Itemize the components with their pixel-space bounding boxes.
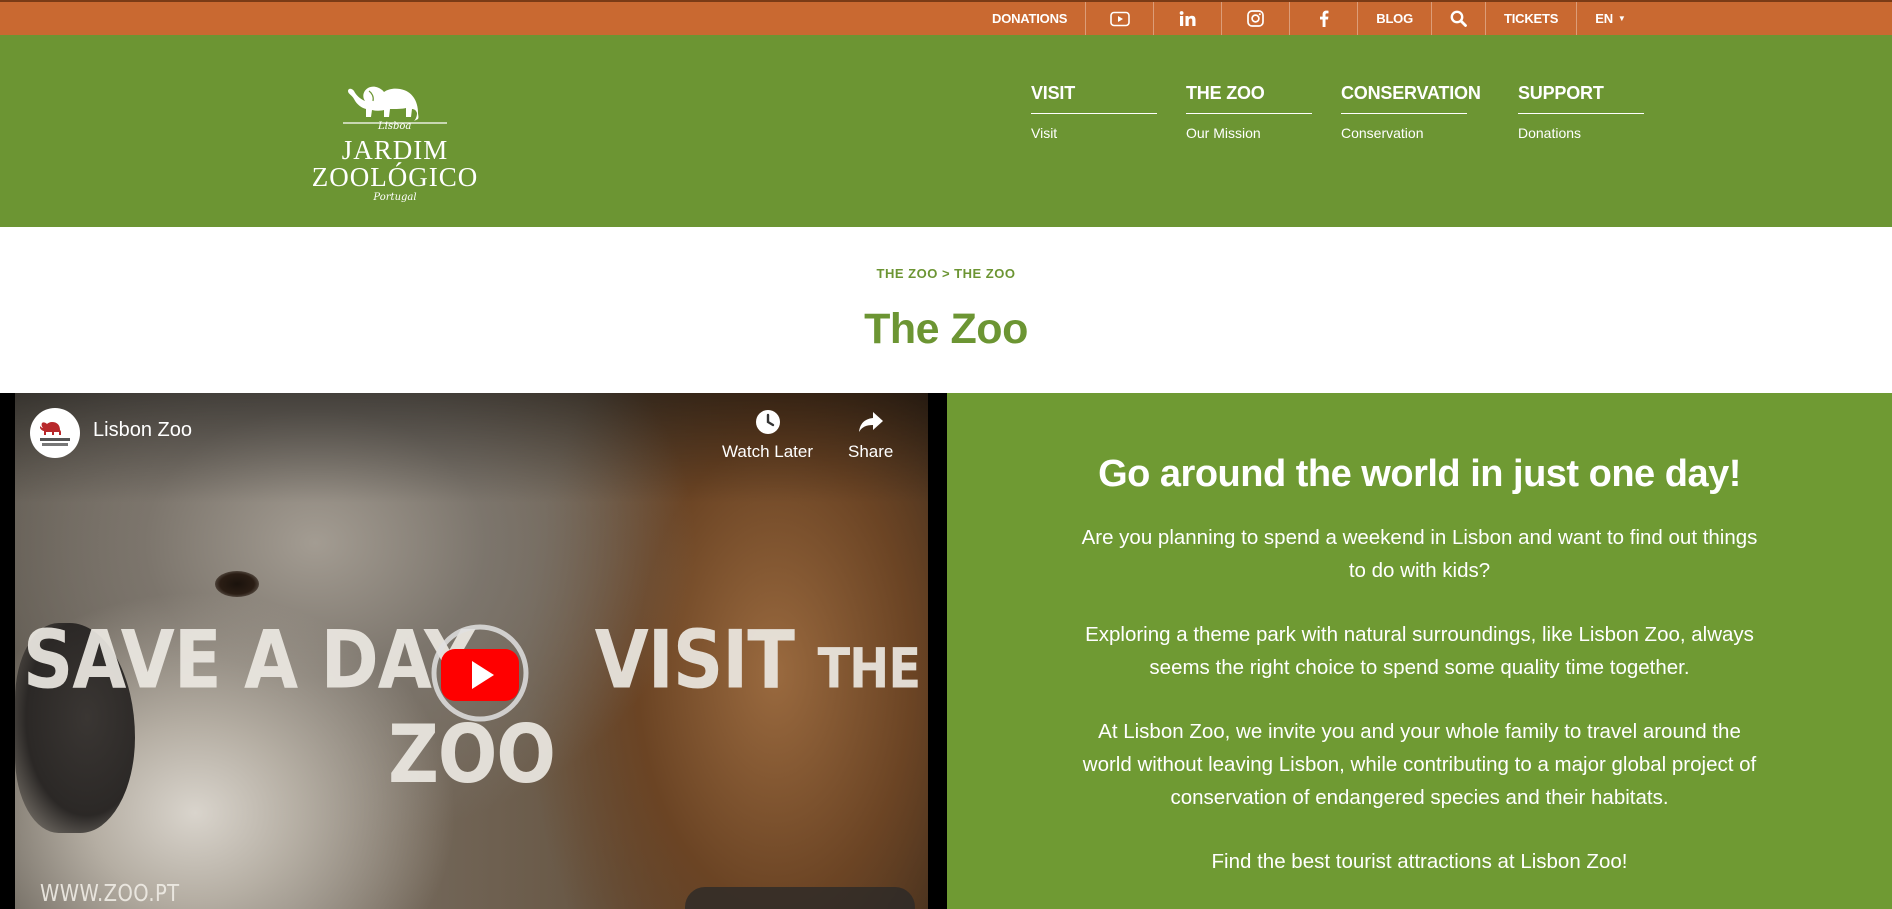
nav-the-zoo[interactable]: THE ZOO xyxy=(1186,83,1312,114)
instagram-icon xyxy=(1247,10,1265,27)
donations-link-label: DONATIONS xyxy=(992,11,1068,26)
language-label: EN xyxy=(1595,11,1613,26)
nav-column-conservation: CONSERVATION Conservation xyxy=(1341,83,1481,141)
tagline-part-2: VISIT xyxy=(594,612,795,707)
koala-eye-shape xyxy=(215,571,259,597)
intro-paragraph-4: Find the best tourist attractions at Lis… xyxy=(1211,850,1628,873)
channel-name[interactable]: Lisbon Zoo xyxy=(93,419,192,442)
blog-link-label: BLOG xyxy=(1376,11,1414,26)
blog-link[interactable]: BLOG xyxy=(1358,2,1433,35)
main-header: Lisboa JARDIM ZOOLÓGICO Portugal VISIT V… xyxy=(0,35,1892,227)
top-utility-links: DONATIONS BLOG TICKETS EN ▼ xyxy=(974,2,1644,35)
nav-column-the-zoo: THE ZOO Our Mission xyxy=(1186,83,1312,141)
intro-panel: Go around the world in just one day! Are… xyxy=(947,393,1892,909)
breadcrumb: THE ZOO > THE ZOO xyxy=(0,266,1892,281)
tickets-link[interactable]: TICKETS xyxy=(1486,2,1578,35)
share-label: Share xyxy=(848,442,894,461)
search-icon xyxy=(1450,10,1467,27)
top-utility-bar: DONATIONS BLOG TICKETS EN ▼ xyxy=(0,0,1892,35)
donations-link[interactable]: DONATIONS xyxy=(974,2,1087,35)
nav-the-zoo-sub[interactable]: Our Mission xyxy=(1186,125,1312,141)
intro-paragraph-1: Are you planning to spend a weekend in L… xyxy=(1081,526,1758,582)
nav-conservation-sub[interactable]: Conservation xyxy=(1341,125,1467,141)
nav-visit-sub[interactable]: Visit xyxy=(1031,125,1157,141)
logo-line-1: JARDIM xyxy=(341,135,449,165)
clock-icon xyxy=(722,408,813,436)
logo-city: Lisboa xyxy=(378,121,412,132)
share-icon xyxy=(848,408,893,436)
linkedin-icon xyxy=(1179,10,1197,27)
tickets-link-label: TICKETS xyxy=(1504,11,1559,26)
channel-logo-icon xyxy=(40,422,70,446)
site-logo[interactable]: Lisboa JARDIM ZOOLÓGICO Portugal xyxy=(300,61,490,211)
watch-later-label: Watch Later xyxy=(722,442,814,461)
nav-column-visit: VISIT Visit xyxy=(1031,83,1157,141)
tagline-part-1: SAVE A DAY, xyxy=(22,612,489,707)
nav-conservation[interactable]: CONSERVATION xyxy=(1341,83,1481,114)
watch-later-button[interactable]: Watch Later xyxy=(722,408,813,462)
intro-paragraph-3: At Lisbon Zoo, we invite you and your wh… xyxy=(1082,720,1757,809)
breadcrumb-item-the-zoo[interactable]: THE ZOO xyxy=(877,266,938,281)
nav-support[interactable]: SUPPORT xyxy=(1518,83,1644,114)
youtube-link[interactable] xyxy=(1086,2,1155,35)
video-embed[interactable]: Lisbon Zoo Watch Later Share SAVE A DAY,… xyxy=(0,393,947,909)
facebook-icon xyxy=(1319,10,1329,27)
intro-paragraph-2: Exploring a theme park with natural surr… xyxy=(1085,623,1754,679)
chevron-down-icon: ▼ xyxy=(1617,14,1626,23)
nav-visit[interactable]: VISIT xyxy=(1031,83,1157,114)
video-controls-pill[interactable] xyxy=(685,887,915,909)
play-icon xyxy=(431,624,529,722)
logo-line-2: ZOOLÓGICO xyxy=(311,162,479,192)
tagline-part-3: THE xyxy=(817,636,921,702)
intro-heading: Go around the world in just one day! xyxy=(1098,453,1741,495)
nav-support-sub[interactable]: Donations xyxy=(1518,125,1644,141)
play-button[interactable] xyxy=(427,623,533,723)
facebook-link[interactable] xyxy=(1290,2,1359,35)
instagram-link[interactable] xyxy=(1222,2,1291,35)
linkedin-link[interactable] xyxy=(1154,2,1223,35)
language-selector[interactable]: EN ▼ xyxy=(1577,2,1643,35)
video-thumbnail[interactable]: Lisbon Zoo Watch Later Share SAVE A DAY,… xyxy=(15,393,928,909)
search-button[interactable] xyxy=(1432,2,1487,35)
breadcrumb-separator: > xyxy=(941,266,951,281)
youtube-icon xyxy=(1109,11,1130,27)
channel-avatar[interactable] xyxy=(30,408,80,458)
page-title: The Zoo xyxy=(864,305,1028,353)
breadcrumb-item-current[interactable]: THE ZOO xyxy=(954,266,1015,281)
video-watermark: WWW.ZOO.PT xyxy=(40,881,180,907)
logo-country: Portugal xyxy=(373,192,417,203)
nav-column-support: SUPPORT Donations xyxy=(1518,83,1644,141)
share-button[interactable]: Share xyxy=(848,408,893,462)
